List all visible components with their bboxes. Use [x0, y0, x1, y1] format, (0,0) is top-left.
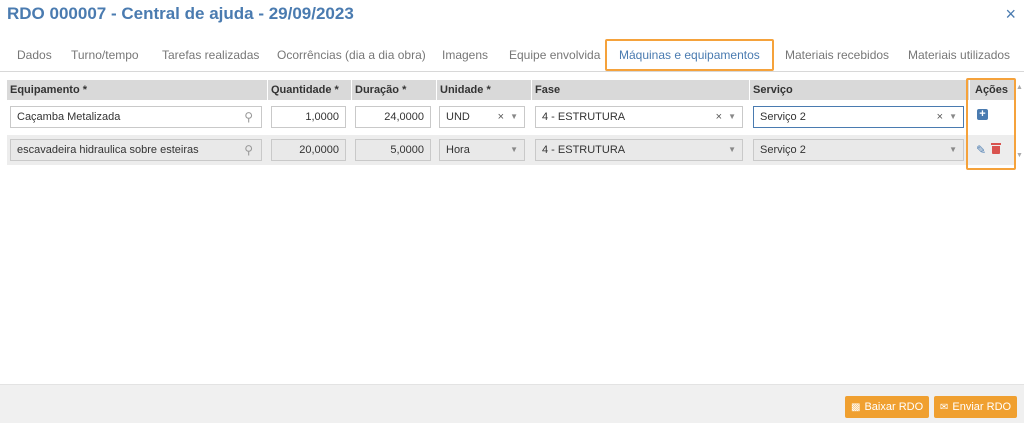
modal-title: RDO 000007 - Central de ajuda - 29/09/20… [7, 4, 354, 23]
add-row-icon[interactable]: + [977, 109, 988, 120]
scroll-down-icon[interactable]: ▼ [1016, 152, 1023, 159]
quantidade-input[interactable]: 20,0000 [271, 139, 346, 161]
trash-lid [991, 143, 1001, 145]
edit-icon[interactable]: ✎ [976, 143, 986, 157]
unidade-select[interactable]: UND × ▼ [439, 106, 525, 128]
enviar-rdo-button[interactable]: ✉ Enviar RDO [934, 396, 1018, 418]
chevron-down-icon[interactable]: ▼ [510, 107, 518, 127]
fase-select[interactable]: 4 - ESTRUTURA × ▼ [535, 106, 743, 128]
tab-materiais-utilizados[interactable]: Materiais utilizados [908, 38, 1010, 72]
col-equipamento: Equipamento * [7, 80, 268, 100]
fase-value: 4 - ESTRUTURA [542, 111, 626, 123]
modal-footer: ▩ Baixar RDO ✉ Enviar RDO [0, 384, 1024, 423]
trash-icon[interactable] [991, 143, 1001, 154]
chevron-down-icon[interactable]: ▼ [949, 107, 957, 127]
servico-select[interactable]: Serviço 2 × ▼ [753, 106, 964, 128]
tab-tarefas-realizadas[interactable]: Tarefas realizadas [162, 38, 259, 72]
col-fase: Fase [532, 80, 750, 100]
chevron-down-icon[interactable]: ▼ [728, 107, 736, 127]
col-duracao: Duração * [352, 80, 437, 100]
table-row: escavadeira hidraulica sobre esteiras ⚲ … [7, 135, 1015, 165]
tab-ocorrencias[interactable]: Ocorrências (dia a dia obra) [277, 38, 426, 72]
tab-dados[interactable]: Dados [17, 38, 52, 72]
clear-icon[interactable]: × [937, 107, 943, 127]
duracao-input[interactable]: 24,0000 [355, 106, 431, 128]
unidade-value: UND [446, 111, 470, 123]
duracao-input[interactable]: 5,0000 [355, 139, 431, 161]
chevron-down-icon[interactable]: ▼ [510, 140, 518, 160]
equipamento-input[interactable]: Caçamba Metalizada ⚲ [10, 106, 262, 128]
chevron-down-icon[interactable]: ▼ [728, 140, 736, 160]
servico-value: Serviço 2 [760, 144, 806, 156]
tab-imagens[interactable]: Imagens [442, 38, 488, 72]
col-quantidade: Quantidade * [268, 80, 352, 100]
table-row: Caçamba Metalizada ⚲ 1,0000 24,0000 UND … [7, 102, 1015, 132]
tab-equipe-envolvida[interactable]: Equipe envolvida [509, 38, 600, 72]
servico-select[interactable]: Serviço 2 ▼ [753, 139, 964, 161]
unidade-value: Hora [446, 144, 470, 156]
col-servico: Serviço [750, 80, 970, 100]
envelope-icon: ✉ [940, 402, 949, 413]
download-icon: ▩ [851, 402, 861, 413]
equipamento-input[interactable]: escavadeira hidraulica sobre esteiras ⚲ [10, 139, 262, 161]
baixar-rdo-label: Baixar RDO [864, 401, 924, 413]
clear-icon[interactable]: × [498, 107, 504, 127]
enviar-rdo-label: Enviar RDO [952, 401, 1012, 413]
equipamento-value: Caçamba Metalizada [17, 111, 121, 123]
tab-bar: Dados Turno/tempo Tarefas realizadas Oco… [0, 38, 1024, 72]
clear-icon[interactable]: × [716, 107, 722, 127]
servico-value: Serviço 2 [760, 111, 806, 123]
trash-can [992, 146, 1000, 154]
equipamento-value: escavadeira hidraulica sobre esteiras [17, 144, 199, 156]
acoes-highlight [966, 78, 1016, 170]
close-icon[interactable]: × [1005, 4, 1016, 24]
search-icon[interactable]: ⚲ [244, 107, 253, 127]
search-icon[interactable]: ⚲ [244, 140, 253, 160]
chevron-down-icon[interactable]: ▼ [949, 140, 957, 160]
unidade-select[interactable]: Hora ▼ [439, 139, 525, 161]
baixar-rdo-button[interactable]: ▩ Baixar RDO [845, 396, 930, 418]
col-unidade: Unidade * [437, 80, 532, 100]
tab-turno-tempo[interactable]: Turno/tempo [71, 38, 139, 72]
tab-materiais-recebidos[interactable]: Materiais recebidos [785, 38, 889, 72]
fase-value: 4 - ESTRUTURA [542, 144, 626, 156]
fase-select[interactable]: 4 - ESTRUTURA ▼ [535, 139, 743, 161]
modal-header: RDO 000007 - Central de ajuda - 29/09/20… [0, 0, 1024, 30]
quantidade-input[interactable]: 1,0000 [271, 106, 346, 128]
grid-header: Equipamento * Quantidade * Duração * Uni… [7, 80, 1015, 100]
tab-maquinas-equipamentos[interactable]: Máquinas e equipamentos [605, 39, 774, 71]
scroll-up-icon[interactable]: ▲ [1016, 84, 1023, 91]
